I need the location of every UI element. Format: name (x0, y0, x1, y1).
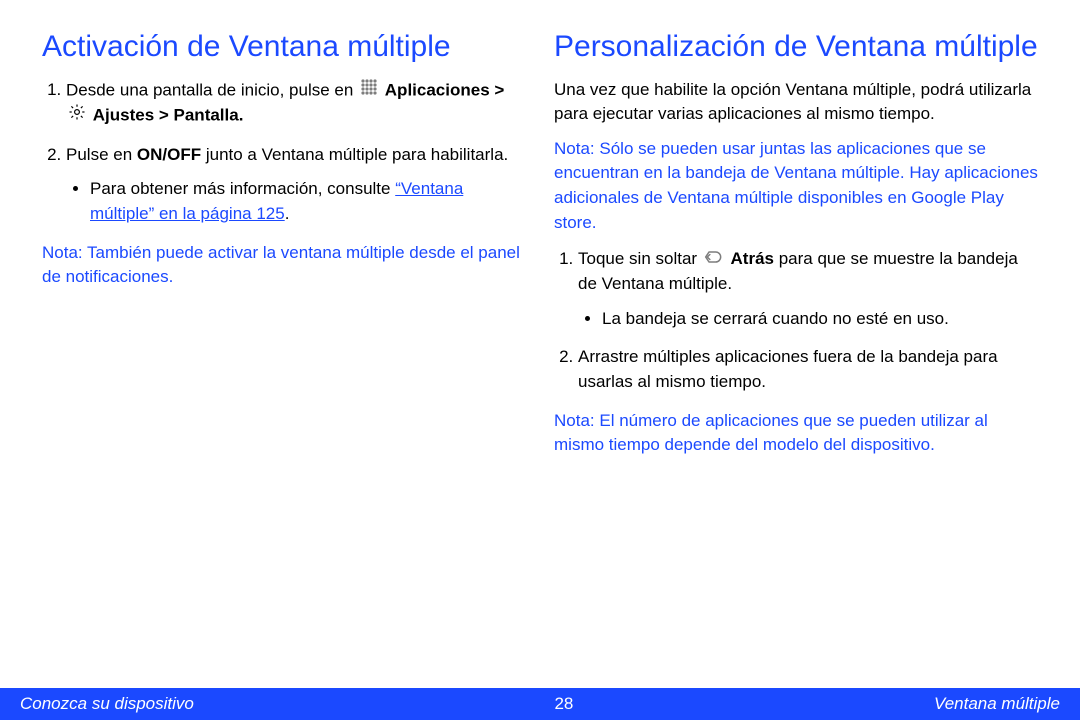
right-step-1-sub: La bandeja se cerrará cuando no esté en … (578, 307, 1038, 332)
right-step-2: Arrastre múltiples aplicaciones fuera de… (578, 345, 1038, 394)
right-step-1-sub-1: La bandeja se cerrará cuando no esté en … (602, 307, 1038, 332)
left-step-1-rest: Ajustes > Pantalla. (93, 105, 244, 124)
footer-page-number: 28 (554, 694, 573, 714)
right-note2-label: Nota (554, 411, 590, 430)
left-step-2-sub-1: Para obtener más información, consulte “… (90, 177, 526, 226)
page-footer: Conozca su dispositivo 28 Ventana múltip… (0, 688, 1080, 720)
left-step-2-a: Pulse en (66, 145, 137, 164)
right-step-1: Toque sin soltar Atrás para que se muest… (578, 247, 1038, 331)
left-step-1: Desde una pantalla de inicio, pulse en A… (66, 78, 526, 129)
right-steps: Toque sin soltar Atrás para que se muest… (554, 247, 1038, 394)
gear-icon (68, 103, 86, 129)
right-intro: Una vez que habilite la opción Ventana m… (554, 78, 1038, 127)
content-columns: Activación de Ventana múltiple Desde una… (42, 28, 1038, 458)
footer-right: Ventana múltiple (934, 694, 1060, 714)
right-column: Personalización de Ventana múltiple Una … (554, 28, 1038, 458)
right-heading: Personalización de Ventana múltiple (554, 28, 1038, 66)
left-column: Activación de Ventana múltiple Desde una… (42, 28, 526, 458)
left-step-1-text-a: Desde una pantalla de inicio, pulse en (66, 80, 358, 99)
right-note1-text: : Sólo se pueden usar juntas las aplicac… (554, 139, 1038, 232)
left-note-label: Nota (42, 243, 78, 262)
right-note1-label: Nota (554, 139, 590, 158)
left-step-2-c: junto a Ventana múltiple para habilitarl… (201, 145, 508, 164)
right-step-1-a: Toque sin soltar (578, 249, 702, 268)
left-heading: Activación de Ventana múltiple (42, 28, 526, 66)
right-note2-text: : El número de aplicaciones que se puede… (554, 411, 988, 455)
footer-left: Conozca su dispositivo (20, 694, 194, 714)
left-sub1-dot: . (285, 204, 290, 223)
right-note-2: Nota: El número de aplicaciones que se p… (554, 409, 1038, 458)
right-note-1: Nota: Sólo se pueden usar juntas las apl… (554, 137, 1038, 236)
left-sub1-a: Para obtener más información, consulte (90, 179, 395, 198)
back-arrow-icon (704, 248, 724, 273)
left-step-2: Pulse en ON/OFF junto a Ventana múltiple… (66, 143, 526, 227)
left-note: Nota: También puede activar la ventana m… (42, 241, 526, 290)
left-note-text: : También puede activar la ventana múlti… (42, 243, 520, 287)
left-step-1-apps: Aplicaciones > (385, 80, 505, 99)
manual-page: Activación de Ventana múltiple Desde una… (0, 0, 1080, 720)
left-step-2-sub: Para obtener más información, consulte “… (66, 177, 526, 226)
apps-grid-icon (360, 78, 378, 104)
right-step-1-atras: Atrás (731, 249, 774, 268)
left-steps: Desde una pantalla de inicio, pulse en A… (42, 78, 526, 227)
left-step-2-onoff: ON/OFF (137, 145, 201, 164)
